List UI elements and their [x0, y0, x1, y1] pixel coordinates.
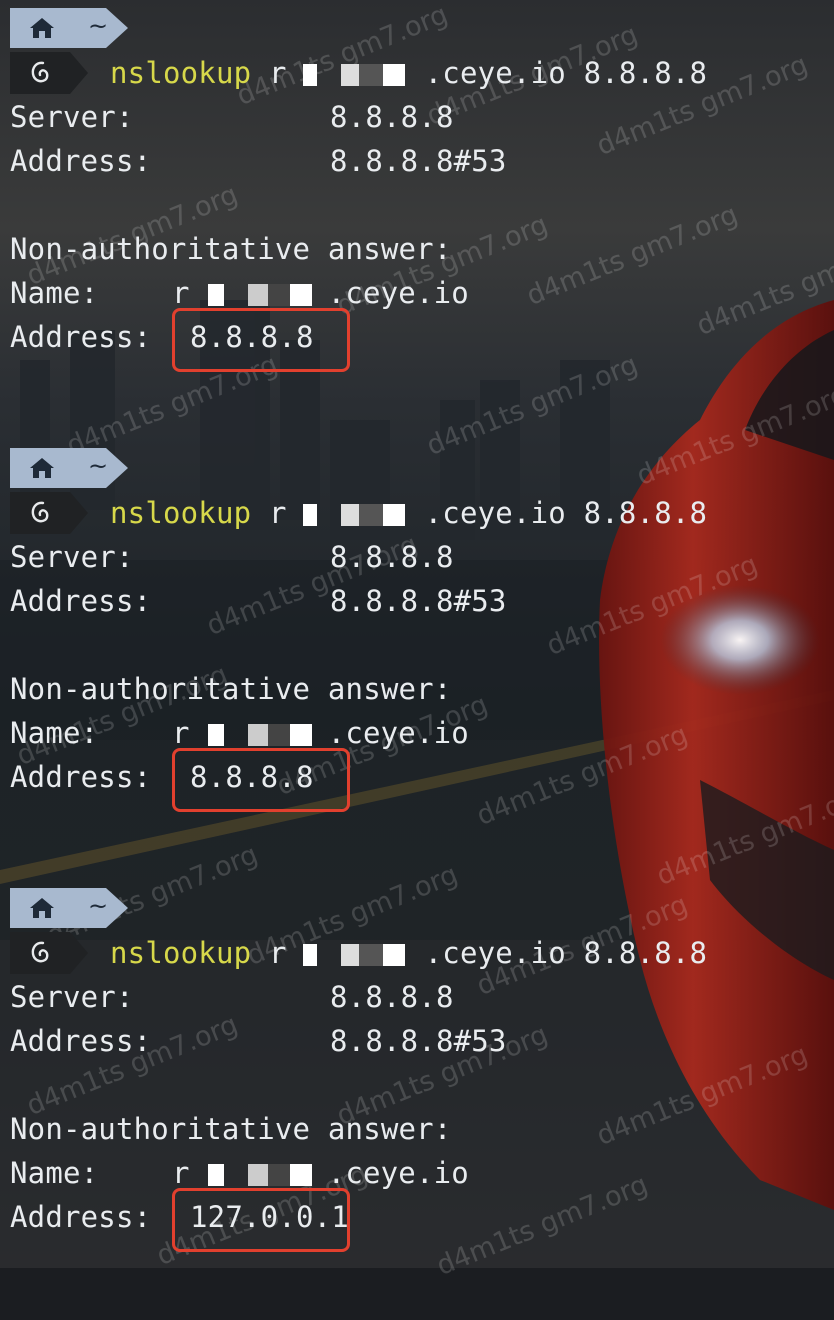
- home-icon: [30, 898, 54, 918]
- server-value: 8.8.8.8: [330, 980, 454, 1014]
- command-target-suffix: .ceye.io: [424, 56, 566, 90]
- command-dns-server: 8.8.8.8: [583, 936, 708, 970]
- name-suffix: .ceye.io: [327, 716, 469, 750]
- name-label: Name:: [10, 716, 99, 750]
- server-address-value: 8.8.8.8#53: [330, 584, 507, 618]
- redacted-domain: [286, 504, 425, 526]
- name-prefix: r: [172, 1156, 190, 1190]
- command-name: nslookup: [110, 496, 252, 530]
- redacted-domain: [189, 724, 328, 746]
- name-prefix: r: [172, 276, 190, 310]
- prompt-cwd: ~: [88, 452, 109, 480]
- name-label: Name:: [10, 276, 99, 310]
- answer-address-label: Address:: [10, 320, 152, 354]
- name-prefix: r: [172, 716, 190, 750]
- server-address-label: Address:: [10, 584, 152, 618]
- home-icon: [30, 18, 54, 38]
- command-target-prefix: r: [268, 496, 287, 530]
- prompt-home-segment: ~: [10, 448, 128, 488]
- command-target-prefix: r: [268, 56, 287, 90]
- server-address-label: Address:: [10, 144, 152, 178]
- answer-header: Non-authoritative answer:: [10, 232, 452, 266]
- answer-address-label: Address:: [10, 760, 152, 794]
- server-address-value: 8.8.8.8#53: [330, 144, 507, 178]
- debian-swirl-icon: [31, 61, 49, 83]
- prompt-os-segment: [10, 492, 88, 534]
- command-target-suffix: .ceye.io: [424, 936, 566, 970]
- redacted-domain: [286, 944, 425, 966]
- command-name: nslookup: [110, 56, 252, 90]
- prompt-cwd: ~: [88, 12, 109, 40]
- name-suffix: .ceye.io: [327, 1156, 469, 1190]
- redacted-domain: [189, 284, 328, 306]
- server-value: 8.8.8.8: [330, 540, 454, 574]
- server-label: Server:: [10, 540, 134, 574]
- nslookup-session: ~ nslookup r .ceye.io 8.8.8.8 Server: 8.8…: [0, 0, 834, 440]
- command-dns-server: 8.8.8.8: [583, 56, 708, 90]
- highlight-box: [172, 1188, 350, 1252]
- highlight-box: [172, 748, 350, 812]
- command-line: nslookup r .ceye.io 8.8.8.8: [110, 931, 707, 975]
- command-dns-server: 8.8.8.8: [583, 496, 708, 530]
- command-target-suffix: .ceye.io: [424, 496, 566, 530]
- highlight-box: [172, 308, 350, 372]
- name-label: Name:: [10, 1156, 99, 1190]
- redacted-domain: [189, 1164, 328, 1186]
- home-icon: [30, 458, 54, 478]
- nslookup-session: ~ nslookup r .ceye.io 8.8.8.8 Server: 8.8…: [0, 880, 834, 1320]
- command-name: nslookup: [110, 936, 252, 970]
- prompt-os-segment: [10, 932, 88, 974]
- command-line: nslookup r .ceye.io 8.8.8.8: [110, 51, 707, 95]
- prompt-home-segment: ~: [10, 888, 128, 928]
- prompt-os-segment: [10, 52, 88, 94]
- answer-header: Non-authoritative answer:: [10, 1112, 452, 1146]
- answer-address-label: Address:: [10, 1200, 152, 1234]
- prompt-home-segment: ~: [10, 8, 128, 48]
- nslookup-session: ~ nslookup r .ceye.io 8.8.8.8 Server: 8.8…: [0, 440, 834, 880]
- answer-header: Non-authoritative answer:: [10, 672, 452, 706]
- command-line: nslookup r .ceye.io 8.8.8.8: [110, 491, 707, 535]
- server-value: 8.8.8.8: [330, 100, 454, 134]
- debian-swirl-icon: [31, 941, 49, 963]
- server-label: Server:: [10, 100, 134, 134]
- server-address-value: 8.8.8.8#53: [330, 1024, 507, 1058]
- server-address-label: Address:: [10, 1024, 152, 1058]
- command-target-prefix: r: [268, 936, 287, 970]
- server-label: Server:: [10, 980, 134, 1014]
- name-suffix: .ceye.io: [327, 276, 469, 310]
- redacted-domain: [286, 64, 425, 86]
- prompt-cwd: ~: [88, 892, 109, 920]
- debian-swirl-icon: [31, 501, 49, 523]
